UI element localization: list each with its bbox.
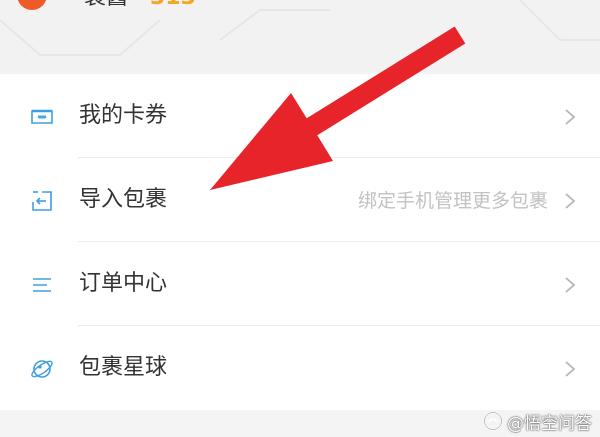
order-list-icon [33, 278, 51, 292]
chevron-right-icon [565, 193, 576, 209]
chevron-right-icon [565, 361, 576, 377]
watermark: @悟空问答 [483, 409, 592, 434]
profile-header: 裹酱 313 [0, 0, 600, 72]
menu-item-coupons[interactable]: 我的卡券 [0, 74, 600, 158]
wukong-logo-icon [483, 411, 503, 431]
menu-item-label: 订单中心 [79, 271, 168, 296]
menu-item-package-planet[interactable]: 包裹星球 [0, 326, 600, 410]
coupon-icon [31, 109, 53, 124]
profile-points: 313 [150, 0, 196, 11]
menu-card: 我的卡券 导入包裹 绑定手机管理更多包裹 订单中心 包裹星球 [0, 74, 600, 410]
menu-item-label: 包裹星球 [79, 355, 168, 380]
watermark-text: @悟空问答 [507, 413, 592, 434]
menu-item-import-package[interactable]: 导入包裹 绑定手机管理更多包裹 [0, 158, 600, 242]
import-icon [32, 191, 52, 211]
bind-phone-hint: 绑定手机管理更多包裹 [357, 190, 548, 212]
chevron-right-icon [565, 277, 576, 293]
menu-item-label: 导入包裹 [79, 187, 168, 212]
menu-item-order-center[interactable]: 订单中心 [0, 242, 600, 326]
chevron-right-icon [565, 109, 576, 125]
menu-item-label: 我的卡券 [79, 103, 168, 128]
profile-name: 裹酱 [84, 0, 128, 11]
planet-icon [31, 360, 53, 378]
